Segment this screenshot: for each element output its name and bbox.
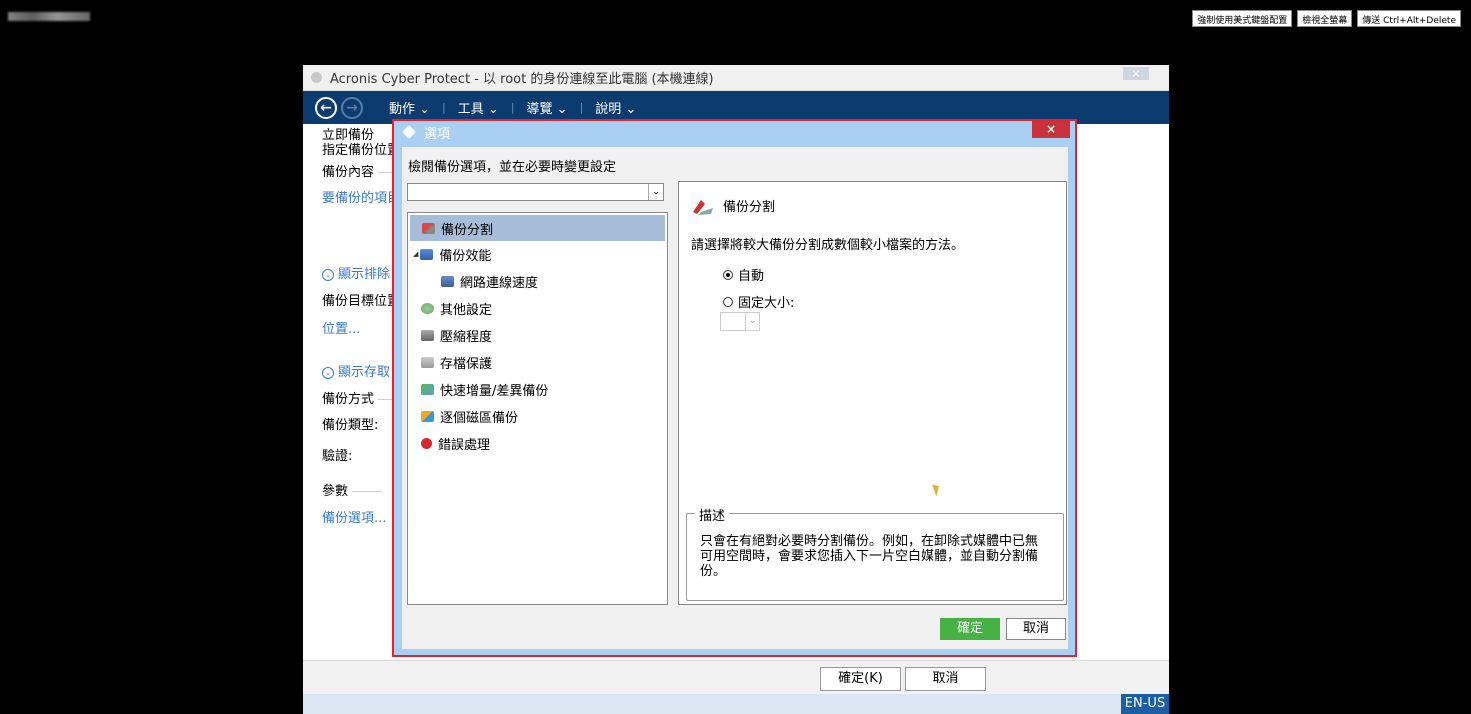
- menu-tools[interactable]: 工具 ⌄: [454, 98, 503, 117]
- menu-actions[interactable]: 動作 ⌄: [385, 98, 434, 117]
- app-logo-icon: [311, 72, 322, 83]
- send-ctrl-alt-del-button[interactable]: 傳送 Ctrl+Alt+Delete: [1357, 10, 1461, 27]
- highlight-frame: [392, 119, 1077, 657]
- main-menu: 動作 ⌄ | 工具 ⌄ | 導覽 ⌄ | 說明 ⌄: [385, 98, 640, 117]
- parameters-heading: 參數: [322, 480, 382, 499]
- window-ok-button[interactable]: 確定(K): [820, 667, 901, 691]
- validation-label: 驗證:: [322, 449, 353, 464]
- expand-icon: ⌄: [322, 366, 334, 379]
- backup-options-link[interactable]: 備份選項...: [322, 507, 386, 526]
- blurred-username: [8, 12, 90, 21]
- forward-arrow-icon[interactable]: →: [341, 96, 363, 119]
- location-link[interactable]: 位置...: [322, 318, 360, 337]
- window-button-bar: 確定(K) 取消: [303, 660, 1169, 694]
- window-title: Acronis Cyber Protect - 以 root 的身份連線至此電腦…: [330, 72, 714, 87]
- menu-help[interactable]: 說明 ⌄: [591, 98, 640, 117]
- show-exclusions-toggle[interactable]: ⌄ 顯示排除: [322, 263, 390, 282]
- back-arrow-icon[interactable]: ←: [315, 96, 337, 119]
- force-us-keyboard-button[interactable]: 強制使用美式鍵盤配置: [1192, 10, 1293, 27]
- specify-location-label: 指定備份位置: [322, 143, 401, 158]
- remote-toolbar: 強制使用美式鍵盤配置 檢視全螢幕 傳送 Ctrl+Alt+Delete: [1192, 10, 1461, 27]
- items-to-backup-link[interactable]: 要備份的項目: [322, 187, 400, 206]
- window-titlebar: Acronis Cyber Protect - 以 root 的身份連線至此電腦…: [303, 65, 1169, 91]
- language-indicator[interactable]: EN-US: [1121, 694, 1169, 714]
- backup-type-label: 備份類型:: [322, 418, 379, 433]
- fullscreen-button[interactable]: 檢視全螢幕: [1297, 10, 1353, 27]
- backup-destination-heading: 備份目標位置: [322, 294, 401, 309]
- status-bar: EN-US: [303, 694, 1169, 714]
- expand-icon: ⌄: [322, 268, 334, 281]
- menu-navigate[interactable]: 導覽 ⌄: [523, 98, 572, 117]
- show-access-toggle[interactable]: ⌄ 顯示存取: [322, 361, 390, 380]
- window-close-button[interactable]: ×: [1123, 67, 1149, 80]
- window-cancel-button[interactable]: 取消: [905, 667, 986, 691]
